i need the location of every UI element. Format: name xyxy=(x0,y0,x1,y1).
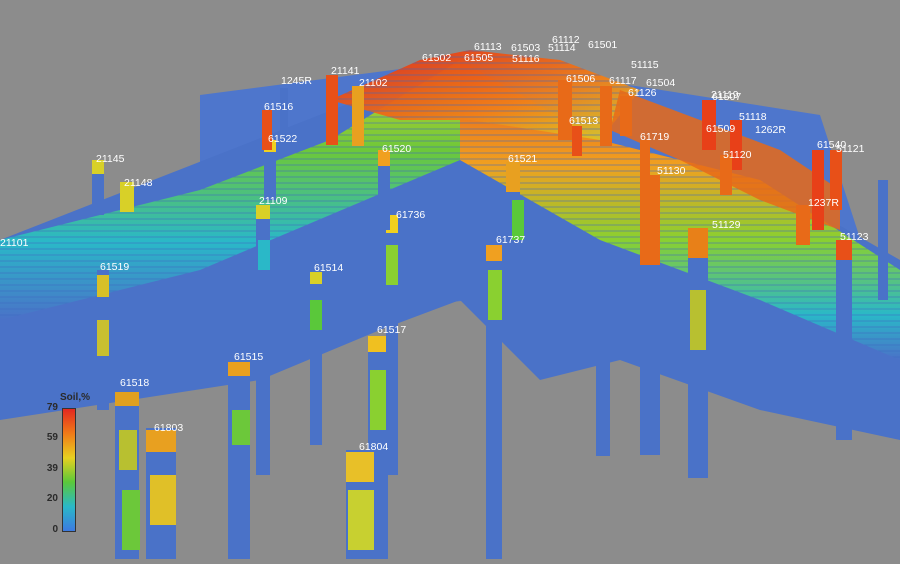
well-label: 61509 xyxy=(706,123,735,135)
well-stick-51120 xyxy=(720,155,732,195)
well-stick-51129 xyxy=(688,228,708,478)
well-stick-21141 xyxy=(326,75,338,145)
well-label: 61513 xyxy=(569,115,598,127)
well-label: 61737 xyxy=(496,234,525,246)
well-stick-51123 xyxy=(836,240,852,440)
well-label: 51123 xyxy=(840,231,869,243)
well-label: 61117 xyxy=(609,75,637,87)
well-label: 61719 xyxy=(640,131,669,143)
well-label: 61113 xyxy=(474,41,502,53)
well-label: 51120 xyxy=(723,149,752,161)
soil-color-legend: Soil,% 79 59 39 20 0 xyxy=(40,392,100,542)
well-label: 61507 xyxy=(712,91,741,103)
well-label: 61506 xyxy=(566,73,595,85)
well-label: 61736 xyxy=(396,209,425,221)
reservoir-3d-viewport[interactable]: 21101 61519 21145 21148 21109 61518 6180… xyxy=(0,0,900,559)
well-label: 61803 xyxy=(154,422,183,434)
well-label: 21101 xyxy=(0,237,29,249)
well-stick-61506 xyxy=(558,80,572,140)
well-stick-1245R xyxy=(280,88,288,138)
legend-tick: 59 xyxy=(46,432,58,443)
well-stick-21102 xyxy=(352,86,364,146)
well-label: 61516 xyxy=(264,101,293,113)
well-label: 61520 xyxy=(382,143,411,155)
well-label: 61515 xyxy=(234,351,263,363)
well-label: 1262R xyxy=(755,124,786,136)
legend-tick-max: 79 xyxy=(46,402,58,413)
well-label: 51129 xyxy=(712,219,741,231)
well-label: 61517 xyxy=(377,324,406,336)
legend-tick: 39 xyxy=(46,463,58,474)
well-label: 61514 xyxy=(314,262,343,274)
well-stick-unlabeled xyxy=(596,286,610,456)
well-label: 61521 xyxy=(508,153,537,165)
well-label: 51118 xyxy=(739,111,767,123)
well-label: 1237R xyxy=(808,197,839,209)
legend-tick-min: 0 xyxy=(52,524,58,535)
well-label: 51121 xyxy=(836,143,865,155)
well-label: 61501 xyxy=(588,39,617,51)
well-label: 61126 xyxy=(628,87,657,99)
well-label: 61804 xyxy=(359,441,388,453)
well-label: 61502 xyxy=(422,52,451,64)
well-stick-61514 xyxy=(310,270,322,445)
well-label: 51115 xyxy=(631,59,659,71)
well-label: 21109 xyxy=(259,195,288,207)
well-label: 1245R xyxy=(281,75,312,87)
legend-tick: 20 xyxy=(46,493,58,504)
well-label: 61505 xyxy=(464,52,493,64)
well-label: 51116 xyxy=(512,53,540,65)
well-stick-61117 xyxy=(600,86,612,146)
well-label: 21141 xyxy=(331,65,360,77)
well-stick-61515 xyxy=(228,362,250,559)
well-stick-61540 xyxy=(812,150,824,230)
legend-color-bar xyxy=(62,408,76,532)
well-label: 61522 xyxy=(268,133,297,145)
well-label: 61519 xyxy=(100,261,129,273)
reservoir-model-svg: 21101 61519 21145 21148 21109 61518 6180… xyxy=(0,34,900,559)
well-label: 51114 xyxy=(548,42,576,54)
well-stick-far-right xyxy=(878,180,888,300)
well-label: 51130 xyxy=(657,165,686,177)
well-stick-61126 xyxy=(620,96,632,136)
well-stick-61513 xyxy=(572,126,582,156)
well-label: 21148 xyxy=(124,177,153,189)
well-stick-1237R xyxy=(796,205,810,245)
legend-title: Soil,% xyxy=(60,392,91,403)
well-label: 61518 xyxy=(120,377,149,389)
well-label: 21145 xyxy=(96,153,125,165)
well-label: 21102 xyxy=(359,77,388,89)
